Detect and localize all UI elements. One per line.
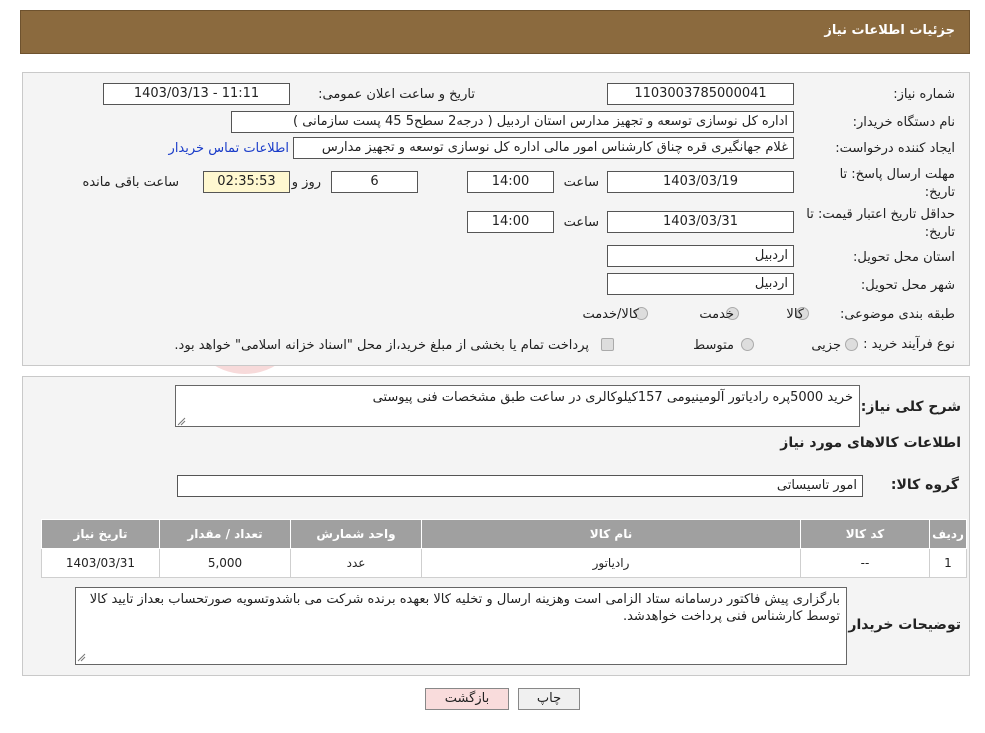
need-details-panel: شرح کلی نیاز: خرید 5000پره رادیاتور آلوم… [22,376,970,676]
reply-deadline-label: مهلت ارسال پاسخ: تا تاریخ: [839,167,955,200]
goods-group-label: گروه کالا: [890,477,959,493]
creator-field: غلام جهانگیری قره چناق کارشناس امور مالی… [293,137,794,159]
treasury-checkbox[interactable] [601,338,614,351]
category-goods-label: کالا [786,307,804,322]
buyer-notes-field: بارگزاری پیش فاکتور درسامانه ستاد الزامی… [75,587,847,665]
province-field: اردبیل [607,245,794,267]
days-label: روز و [291,175,321,190]
process-medium-label: متوسط [693,338,734,353]
col-row: ردیف [929,519,967,549]
buyer-field: اداره کل نوسازی توسعه و تجهیز مدارس استا… [231,111,794,133]
col-date: تاریخ نیاز [41,519,160,549]
province-label: استان محل تحویل: [853,250,955,265]
cell-name: رادیاتور [421,548,801,578]
resize-grip-icon[interactable] [77,653,86,662]
process-label: نوع فرآیند خرید : [863,337,955,352]
page-title: جزئیات اطلاعات نیاز [824,23,955,38]
need-number-field: 1103003785000041 [607,83,794,105]
reply-time-label: ساعت [563,175,599,190]
time-remaining-field: 02:35:53 [203,171,290,193]
validity-time-field: 14:00 [467,211,554,233]
cell-unit: عدد [290,548,422,578]
days-remaining-field: 6 [331,171,418,193]
print-button[interactable]: چاپ [518,688,580,710]
category-both-label: کالا/خدمت [582,307,639,322]
goods-section-title: اطلاعات کالاهای مورد نیاز [780,435,961,451]
city-label: شهر محل تحویل: [860,278,955,293]
buyer-contact-link[interactable]: اطلاعات تماس خریدار [169,141,289,156]
process-partial-radio[interactable] [845,338,858,351]
category-label: طبقه بندی موضوعی: [839,307,955,322]
time-remaining-label: ساعت باقی مانده [82,175,179,190]
creator-label: ایجاد کننده درخواست: [835,141,955,156]
need-info-panel: شماره نیاز: 1103003785000041 تاریخ و ساع… [22,72,970,366]
col-name: نام کالا [421,519,801,549]
category-service-label: خدمت [699,307,734,322]
reply-time-field: 14:00 [467,171,554,193]
city-field: اردبیل [607,273,794,295]
summary-field: خرید 5000پره رادیاتور آلومینیومی 157کیلو… [175,385,860,427]
cell-qty: 5,000 [159,548,291,578]
goods-table: ردیف کد کالا نام کالا واحد شمارش تعداد /… [41,519,967,578]
table-row[interactable]: 1 -- رادیاتور عدد 5,000 1403/03/31 [41,548,967,578]
col-unit: واحد شمارش [290,519,422,549]
validity-date-field: 1403/03/31 [607,211,794,233]
buyer-label: نام دستگاه خریدار: [852,115,955,130]
process-note: پرداخت تمام یا بخشی از مبلغ خرید،از محل … [174,338,589,353]
process-medium-radio[interactable] [741,338,754,351]
goods-table-header-row: ردیف کد کالا نام کالا واحد شمارش تعداد /… [41,519,967,549]
goods-group-field: امور تاسیساتی [177,475,863,497]
reply-date-field: 1403/03/19 [607,171,794,193]
announce-label: تاریخ و ساعت اعلان عمومی: [318,87,475,102]
need-number-label: شماره نیاز: [893,87,955,102]
cell-code: -- [800,548,930,578]
summary-label: شرح کلی نیاز: [860,399,961,415]
page-header: جزئیات اطلاعات نیاز [20,10,970,54]
cell-row: 1 [929,548,967,578]
col-code: کد کالا [800,519,930,549]
process-partial-label: جزیی [811,338,841,353]
buyer-notes-label: توضیحات خریدار: [842,617,961,633]
validity-time-label: ساعت [563,215,599,230]
validity-label: حداقل تاریخ اعتبار قیمت: تا تاریخ: [806,207,955,240]
back-button[interactable]: بازگشت [425,688,509,710]
cell-date: 1403/03/31 [41,548,160,578]
resize-grip-icon[interactable] [177,417,186,426]
announce-field: 1403/03/13 - 11:11 [103,83,290,105]
col-qty: تعداد / مقدار [159,519,291,549]
